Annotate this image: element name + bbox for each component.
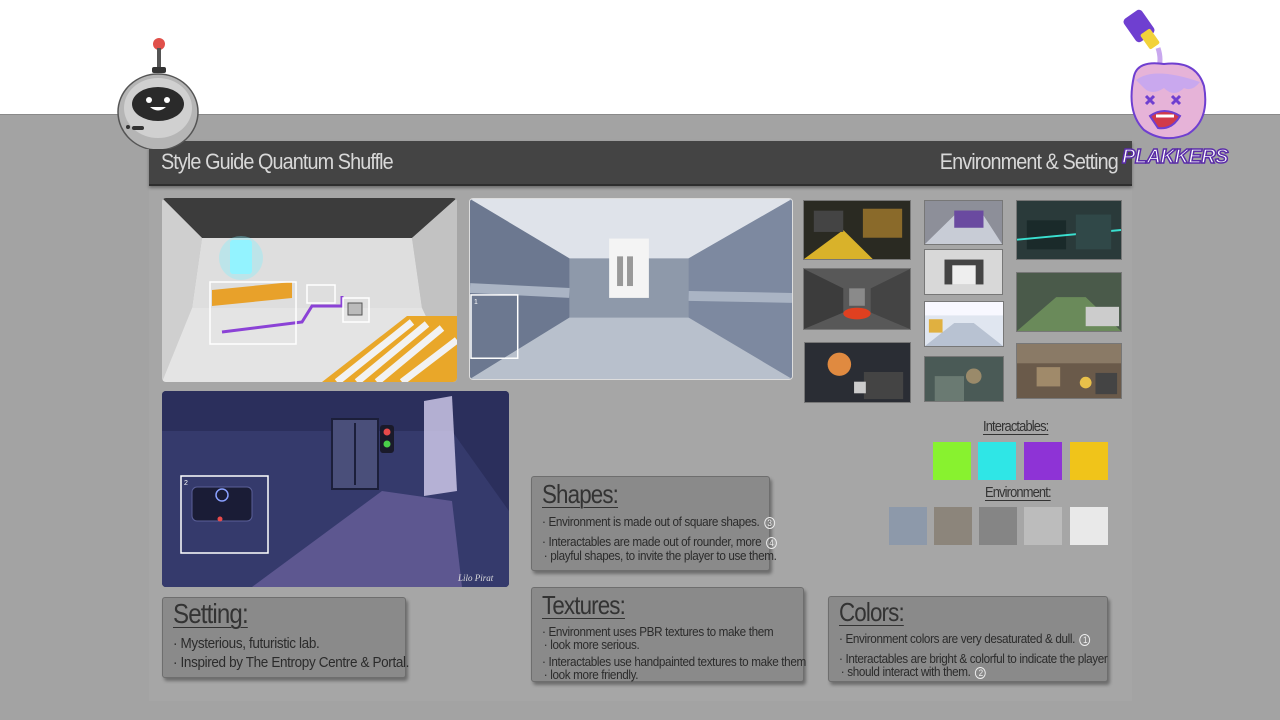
section-title: Environment & Setting bbox=[939, 149, 1119, 174]
environment-label: Environment: bbox=[985, 484, 1052, 501]
concept-art-room bbox=[162, 198, 457, 382]
shapes-item: Interactables are made out of rounder, m… bbox=[542, 535, 777, 549]
badge-number: 2 bbox=[975, 667, 987, 679]
reference-thumbnail bbox=[803, 200, 911, 260]
setting-item: Inspired by The Entropy Centre & Portal. bbox=[173, 653, 410, 672]
plakkers-logo: PLAKKERS bbox=[1114, 4, 1229, 176]
badge-number: 3 bbox=[764, 517, 775, 529]
robot-mascot-icon bbox=[112, 34, 202, 151]
setting-item: Mysterious, futuristic lab. bbox=[173, 634, 373, 653]
callout-number: 1 bbox=[474, 299, 478, 306]
concept-art-corridor: 1 bbox=[469, 198, 793, 380]
colors-panel: Colors: Environment colors are very desa… bbox=[828, 596, 1108, 682]
environment-swatch bbox=[934, 507, 972, 545]
header-bar: Style Guide Quantum Shuffle Environment … bbox=[149, 141, 1132, 186]
textures-item-continued: look more friendly. bbox=[542, 668, 768, 681]
shapes-item: Environment is made out of square shapes… bbox=[542, 515, 775, 529]
badge-number: 1 bbox=[1079, 634, 1091, 646]
environment-swatch bbox=[979, 507, 1017, 545]
reference-thumbnail bbox=[924, 249, 1003, 295]
callout-number: 2 bbox=[184, 480, 188, 487]
colors-item-continued: should interact with them. 2 bbox=[839, 665, 1071, 679]
interactables-label: Interactables: bbox=[983, 418, 1049, 435]
environment-swatch bbox=[889, 507, 927, 545]
reference-thumbnail bbox=[924, 356, 1004, 402]
reference-thumbnail bbox=[1016, 343, 1122, 399]
reference-thumbnail bbox=[924, 200, 1003, 245]
reference-thumbnail bbox=[924, 301, 1004, 347]
reference-thumbnail bbox=[1016, 200, 1122, 260]
shapes-title: Shapes: bbox=[542, 479, 619, 509]
setting-panel: Setting: Mysterious, futuristic lab. Ins… bbox=[162, 597, 410, 678]
brand-name: PLAKKERS bbox=[1121, 145, 1229, 169]
textures-panel: Textures: Environment uses PBR textures … bbox=[531, 587, 806, 682]
page-title: Style Guide Quantum Shuffle bbox=[161, 149, 394, 174]
textures-title: Textures: bbox=[542, 590, 626, 620]
colors-item: Environment colors are very desaturated … bbox=[839, 632, 1091, 646]
setting-title: Setting: bbox=[173, 598, 249, 629]
reference-thumbnail bbox=[1016, 272, 1122, 332]
textures-item-continued: look more serious. bbox=[542, 638, 768, 651]
colors-title: Colors: bbox=[839, 597, 905, 627]
shapes-panel: Shapes: Environment is made out of squar… bbox=[531, 476, 777, 571]
shapes-item-continued: playful shapes, to invite the player to … bbox=[542, 549, 777, 562]
reference-thumbnail bbox=[804, 342, 911, 403]
environment-swatch bbox=[1070, 507, 1108, 545]
interactable-swatch bbox=[1070, 442, 1108, 480]
artist-signature: Lilo Pirat bbox=[457, 573, 494, 583]
reference-thumbnail bbox=[803, 268, 911, 330]
concept-art-elevator: 2 Lilo Pirat bbox=[162, 391, 509, 587]
interactable-swatch bbox=[933, 442, 971, 480]
interactable-swatch bbox=[1024, 442, 1062, 480]
interactable-swatch bbox=[978, 442, 1016, 480]
environment-swatch bbox=[1024, 507, 1062, 545]
